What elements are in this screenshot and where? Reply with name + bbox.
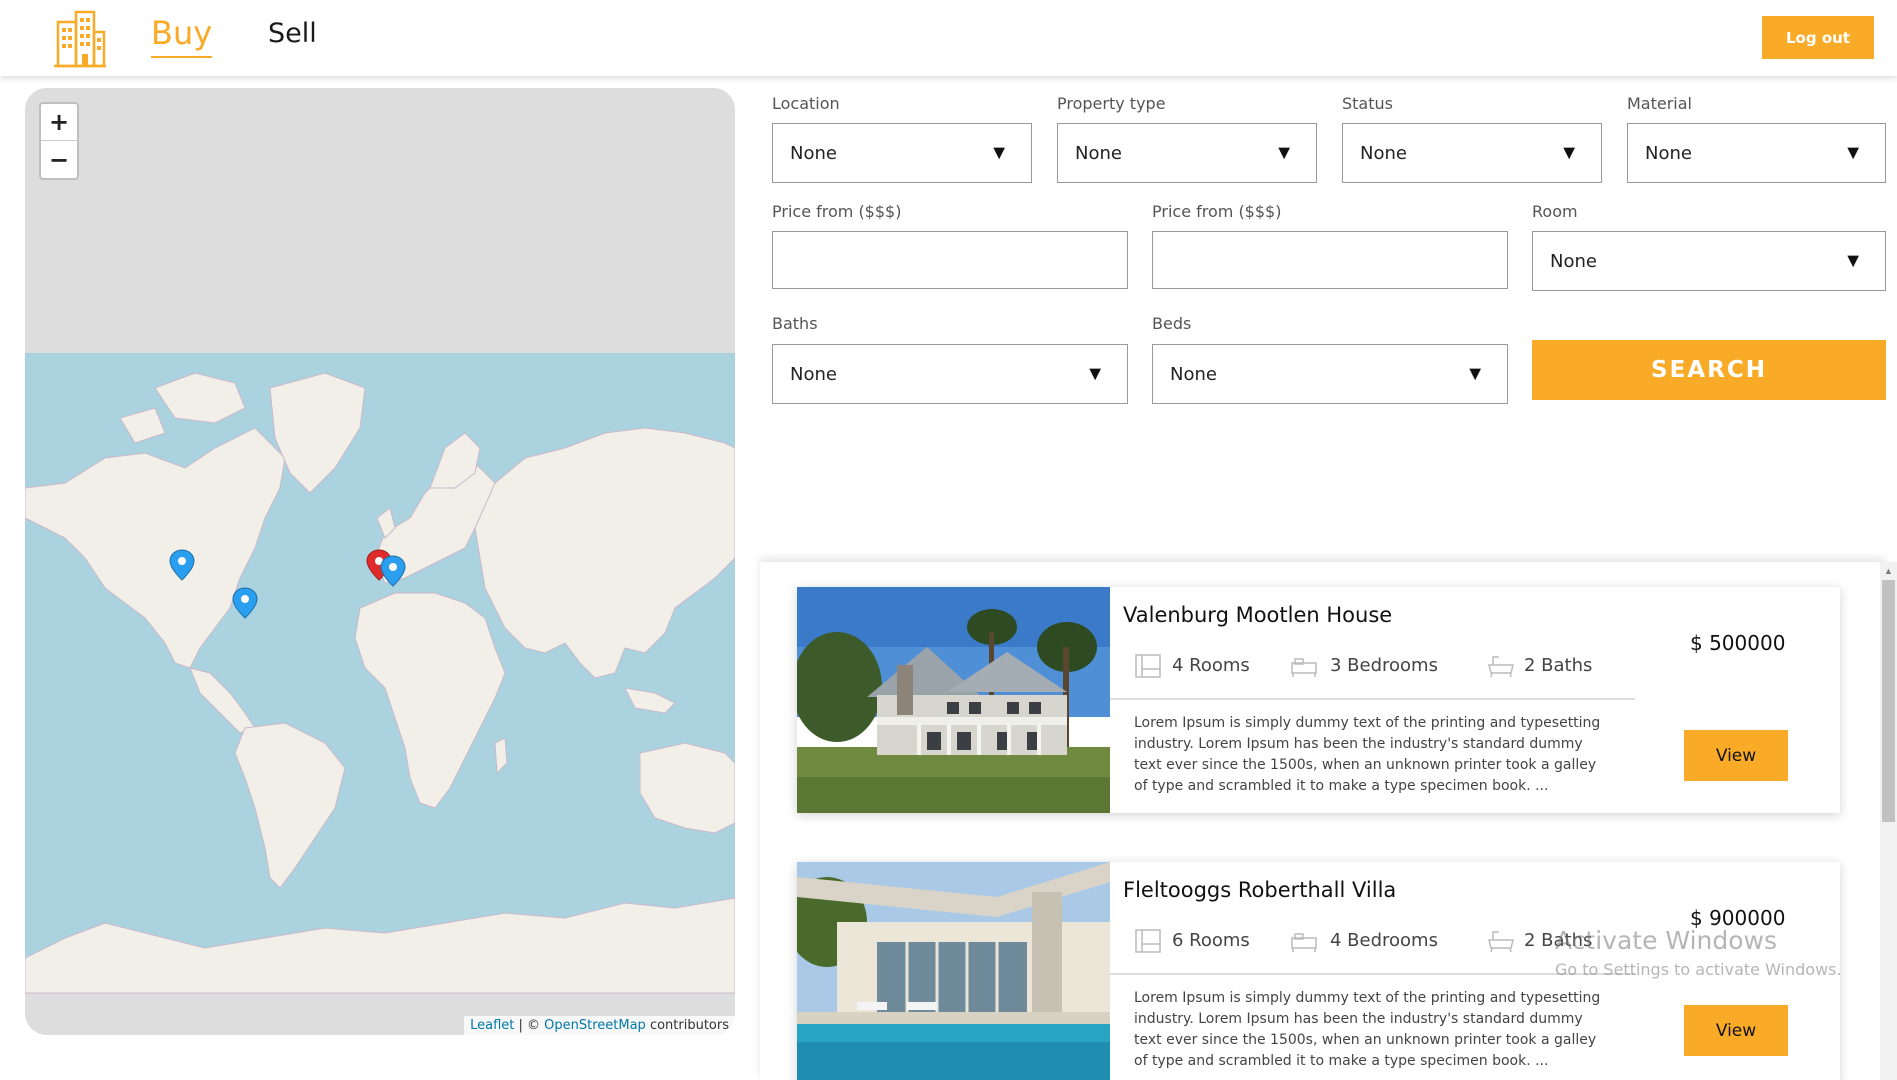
dropdown-arrow-icon: ▼: [1465, 363, 1485, 385]
view-button[interactable]: View: [1684, 1005, 1788, 1056]
status-select[interactable]: None ▼: [1342, 123, 1602, 183]
map-tiles: [25, 88, 735, 1035]
listing-bedrooms: 4 Bedrooms: [1330, 930, 1438, 951]
listing-rooms: 6 Rooms: [1172, 930, 1250, 951]
map-attribution: Leaflet | © OpenStreetMap contributors: [464, 1016, 735, 1035]
status-label: Status: [1342, 94, 1393, 113]
room-select[interactable]: None ▼: [1532, 231, 1886, 291]
world-map[interactable]: + − Leaflet | © OpenStreetMap contributo…: [25, 88, 735, 1035]
price-from-input[interactable]: [772, 231, 1128, 289]
baths-value: None: [790, 364, 837, 385]
listing-baths: 2 Baths: [1524, 655, 1593, 676]
price-to-input[interactable]: [1152, 231, 1508, 289]
location-select[interactable]: None ▼: [772, 123, 1032, 183]
search-button[interactable]: SEARCH: [1532, 340, 1886, 400]
location-value: None: [790, 143, 837, 164]
view-button[interactable]: View: [1684, 730, 1788, 781]
location-label: Location: [772, 94, 840, 113]
scrollbar-thumb[interactable]: [1882, 580, 1895, 822]
attribution-separator: | ©: [514, 1018, 545, 1033]
dropdown-arrow-icon: ▼: [1274, 142, 1294, 164]
beds-value: None: [1170, 364, 1217, 385]
material-select[interactable]: None ▼: [1627, 123, 1886, 183]
property-type-value: None: [1075, 143, 1122, 164]
card-divider: [1110, 698, 1635, 700]
bathtub-icon: [1487, 653, 1515, 684]
listing-rooms: 4 Rooms: [1172, 655, 1250, 676]
status-value: None: [1360, 143, 1407, 164]
bed-icon: [1290, 653, 1318, 684]
listing-card[interactable]: Valenburg Mootlen House 4 Rooms 3 Bedroo…: [797, 587, 1840, 813]
room-label: Room: [1532, 202, 1578, 221]
listing-bedrooms: 3 Bedrooms: [1330, 655, 1438, 676]
leaflet-link[interactable]: Leaflet: [470, 1018, 514, 1033]
osm-link[interactable]: OpenStreetMap: [544, 1018, 646, 1033]
material-value: None: [1645, 143, 1692, 164]
listing-description: Lorem Ipsum is simply dummy text of the …: [1134, 990, 1601, 1069]
listing-price: $ 500000: [1690, 631, 1786, 655]
zoom-out-button[interactable]: −: [41, 141, 77, 178]
dropdown-arrow-icon: ▼: [1843, 142, 1863, 164]
bathtub-icon: [1487, 928, 1515, 959]
dropdown-arrow-icon: ▼: [989, 142, 1009, 164]
rooms-icon: [1134, 928, 1162, 959]
listing-title[interactable]: Valenburg Mootlen House: [1123, 603, 1392, 627]
nav-sell-link[interactable]: Sell: [268, 18, 317, 49]
listing-description: Lorem Ipsum is simply dummy text of the …: [1134, 715, 1601, 794]
material-label: Material: [1627, 94, 1692, 113]
property-type-label: Property type: [1057, 94, 1166, 113]
activate-windows-hint: Go to Settings to activate Windows.: [1555, 960, 1842, 979]
activate-windows-watermark: Activate Windows: [1555, 926, 1777, 955]
zoom-control: + −: [39, 102, 79, 180]
property-photo: [797, 862, 1110, 1080]
bed-icon: [1290, 928, 1318, 959]
room-value: None: [1550, 251, 1597, 272]
zoom-in-button[interactable]: +: [41, 104, 77, 141]
rooms-icon: [1134, 653, 1162, 684]
beds-label: Beds: [1152, 314, 1192, 333]
building-logo-icon[interactable]: [52, 8, 108, 68]
price-from-label: Price from ($$$): [772, 202, 902, 221]
beds-select[interactable]: None ▼: [1152, 344, 1508, 404]
nav-buy-link[interactable]: Buy: [151, 14, 213, 58]
property-type-select[interactable]: None ▼: [1057, 123, 1317, 183]
baths-select[interactable]: None ▼: [772, 344, 1128, 404]
listing-results[interactable]: Valenburg Mootlen House 4 Rooms 3 Bedroo…: [760, 562, 1886, 1080]
property-photo: [797, 587, 1110, 813]
attribution-suffix: contributors: [645, 1018, 729, 1033]
logout-button[interactable]: Log out: [1762, 16, 1874, 59]
dropdown-arrow-icon: ▼: [1843, 250, 1863, 272]
price-from-label-2: Price from ($$$): [1152, 202, 1282, 221]
dropdown-arrow-icon: ▼: [1085, 363, 1105, 385]
baths-label: Baths: [772, 314, 818, 333]
scroll-up-arrow-icon[interactable]: ▲: [1884, 566, 1893, 576]
top-header: Buy Sell Log out: [0, 0, 1897, 76]
dropdown-arrow-icon: ▼: [1559, 142, 1579, 164]
listing-title[interactable]: Fleltooggs Roberthall Villa: [1123, 878, 1396, 902]
